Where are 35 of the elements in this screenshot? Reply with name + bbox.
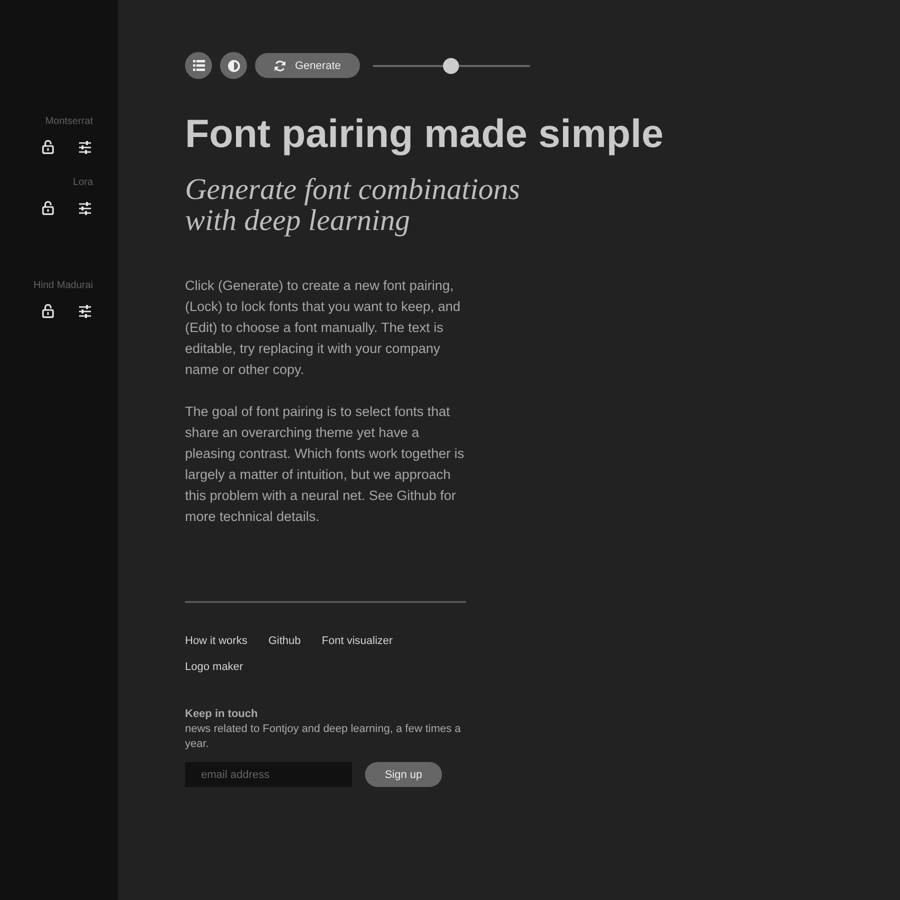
page-subheading: Generate font combinations with deep learning [185, 174, 521, 236]
edit-button[interactable] [79, 140, 91, 154]
generate-button[interactable]: Generate [255, 53, 360, 78]
contrast-icon [228, 60, 240, 72]
padlock-icon [42, 140, 54, 154]
page-heading: Font pairing made simple [185, 111, 664, 157]
list-button[interactable] [185, 52, 212, 79]
padlock-icon [42, 304, 54, 318]
body-paragraph: Click (Generate) to create a new font pairing, (Lock) to lock fonts that you want to keep, and (Edit) to choose a font manually. The text is editable, try replacing it with your company name or other copy. [185, 277, 462, 379]
edit-button[interactable] [79, 202, 91, 214]
slider[interactable] [372, 58, 530, 74]
lock-button[interactable] [42, 140, 54, 154]
lock-button[interactable] [42, 201, 54, 215]
footer-link[interactable]: Github [268, 635, 301, 648]
edit-button[interactable] [79, 304, 91, 318]
sliders-icon [79, 140, 91, 154]
contrast-button[interactable] [220, 52, 247, 79]
signup-button[interactable]: Sign up [365, 762, 442, 787]
email-field[interactable]: email address [185, 762, 352, 787]
font-name: Montserrat [45, 116, 93, 128]
newsletter-title: Keep in touch [185, 707, 258, 722]
footer-link[interactable]: Logo maker [185, 661, 244, 674]
refresh-icon [274, 60, 286, 72]
list-icon [192, 60, 204, 71]
body-paragraph: The goal of font pairing is to select fonts that share an overarching theme yet have a pleasing contrast. Which fonts work together is largely a matter of intuition, but we approach this problem with a neural net. See Github for more technical details. [185, 403, 466, 526]
newsletter-text: news related to Fontjoy and deep learning, a few times a year. [185, 722, 462, 752]
footer-link[interactable]: Font visualizer [322, 635, 393, 648]
lock-button[interactable] [42, 304, 54, 318]
sliders-icon [79, 202, 91, 214]
font-name: Lora [72, 177, 93, 189]
font-name: Hind Madurai [34, 280, 93, 292]
slider-thumb[interactable] [443, 58, 460, 74]
padlock-icon [42, 201, 54, 215]
footer-link[interactable]: How it works [185, 635, 248, 648]
sliders-icon [79, 304, 91, 318]
